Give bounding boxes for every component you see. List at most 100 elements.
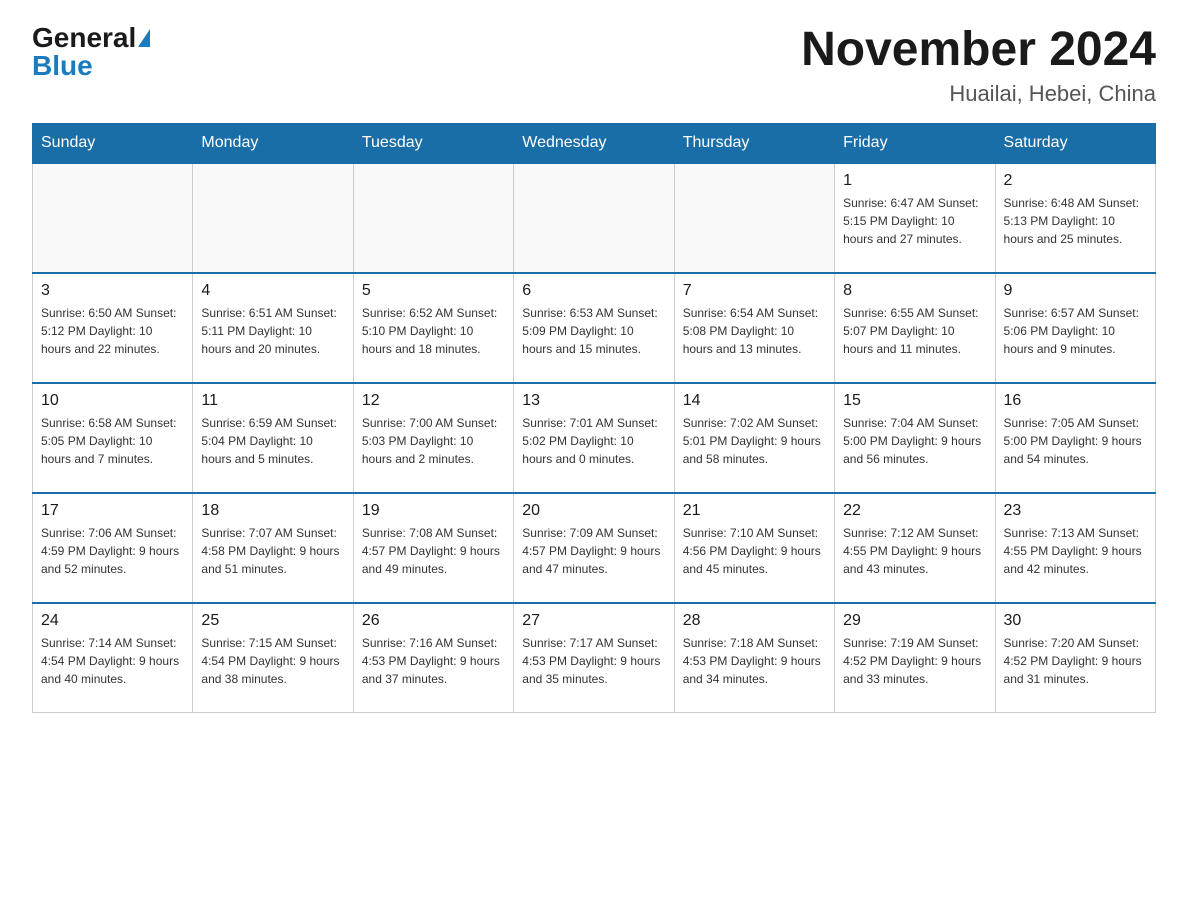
day-number: 23 — [1004, 502, 1147, 520]
calendar-cell — [33, 163, 193, 273]
day-number: 29 — [843, 612, 986, 630]
day-number: 2 — [1004, 172, 1147, 190]
weekday-header-monday: Monday — [193, 123, 353, 163]
day-number: 27 — [522, 612, 665, 630]
calendar-cell — [514, 163, 674, 273]
week-row-5: 24Sunrise: 7:14 AM Sunset: 4:54 PM Dayli… — [33, 603, 1156, 713]
day-info: Sunrise: 7:17 AM Sunset: 4:53 PM Dayligh… — [522, 634, 665, 688]
calendar-cell: 19Sunrise: 7:08 AM Sunset: 4:57 PM Dayli… — [353, 493, 513, 603]
calendar-cell: 29 Sunrise: 7:19 AM Sunset: 4:52 PM Dayli… — [835, 603, 995, 713]
day-number: 25 — [201, 612, 344, 630]
calendar-cell: 12Sunrise: 7:00 AM Sunset: 5:03 PM Dayli… — [353, 383, 513, 493]
day-info: Sunrise: 6:57 AM Sunset: 5:06 PM Dayligh… — [1004, 304, 1147, 358]
calendar-cell: 2 Sunrise: 6:48 AM Sunset: 5:13 PM Daylig… — [995, 163, 1155, 273]
calendar-table: SundayMondayTuesdayWednesdayThursdayFrid… — [32, 123, 1156, 714]
week-row-3: 10Sunrise: 6:58 AM Sunset: 5:05 PM Dayli… — [33, 383, 1156, 493]
day-number: 26 — [362, 612, 505, 630]
day-number: 7 — [683, 282, 826, 300]
day-info: Sunrise: 7:04 AM Sunset: 5:00 PM Dayligh… — [843, 414, 986, 468]
day-info: Sunrise: 6:59 AM Sunset: 5:04 PM Dayligh… — [201, 414, 344, 468]
calendar-cell: 6 Sunrise: 6:53 AM Sunset: 5:09 PM Daylig… — [514, 273, 674, 383]
calendar-cell: 20Sunrise: 7:09 AM Sunset: 4:57 PM Dayli… — [514, 493, 674, 603]
day-info: Sunrise: 6:48 AM Sunset: 5:13 PM Dayligh… — [1004, 194, 1147, 248]
day-number: 13 — [522, 392, 665, 410]
day-number: 4 — [201, 282, 344, 300]
calendar-cell: 1 Sunrise: 6:47 AM Sunset: 5:15 PM Daylig… — [835, 163, 995, 273]
day-info: Sunrise: 6:52 AM Sunset: 5:10 PM Dayligh… — [362, 304, 505, 358]
day-info: Sunrise: 7:12 AM Sunset: 4:55 PM Dayligh… — [843, 524, 986, 578]
day-number: 15 — [843, 392, 986, 410]
day-info: Sunrise: 7:13 AM Sunset: 4:55 PM Dayligh… — [1004, 524, 1147, 578]
day-info: Sunrise: 7:01 AM Sunset: 5:02 PM Dayligh… — [522, 414, 665, 468]
day-info: Sunrise: 7:19 AM Sunset: 4:52 PM Dayligh… — [843, 634, 986, 688]
weekday-header-tuesday: Tuesday — [353, 123, 513, 163]
calendar-cell: 16 Sunrise: 7:05 AM Sunset: 5:00 PM Dayli… — [995, 383, 1155, 493]
day-info: Sunrise: 6:53 AM Sunset: 5:09 PM Dayligh… — [522, 304, 665, 358]
calendar-cell — [674, 163, 834, 273]
calendar-cell: 26 Sunrise: 7:16 AM Sunset: 4:53 PM Dayli… — [353, 603, 513, 713]
calendar-cell — [193, 163, 353, 273]
calendar-cell: 9 Sunrise: 6:57 AM Sunset: 5:06 PM Daylig… — [995, 273, 1155, 383]
day-info: Sunrise: 6:54 AM Sunset: 5:08 PM Dayligh… — [683, 304, 826, 358]
calendar-cell: 5 Sunrise: 6:52 AM Sunset: 5:10 PM Daylig… — [353, 273, 513, 383]
logo-triangle-icon — [138, 29, 150, 47]
day-info: Sunrise: 7:15 AM Sunset: 4:54 PM Dayligh… — [201, 634, 344, 688]
day-info: Sunrise: 7:18 AM Sunset: 4:53 PM Dayligh… — [683, 634, 826, 688]
logo-blue-text: Blue — [32, 52, 93, 80]
day-info: Sunrise: 7:16 AM Sunset: 4:53 PM Dayligh… — [362, 634, 505, 688]
day-number: 16 — [1004, 392, 1147, 410]
day-number: 6 — [522, 282, 665, 300]
calendar-cell: 3Sunrise: 6:50 AM Sunset: 5:12 PM Daylig… — [33, 273, 193, 383]
logo: General Blue — [32, 24, 150, 80]
weekday-header-row: SundayMondayTuesdayWednesdayThursdayFrid… — [33, 123, 1156, 163]
day-info: Sunrise: 7:10 AM Sunset: 4:56 PM Dayligh… — [683, 524, 826, 578]
header: General Blue November 2024 Huailai, Hebe… — [32, 24, 1156, 107]
location-subtitle: Huailai, Hebei, China — [801, 81, 1156, 107]
calendar-cell: 14Sunrise: 7:02 AM Sunset: 5:01 PM Dayli… — [674, 383, 834, 493]
day-number: 12 — [362, 392, 505, 410]
month-year-title: November 2024 — [801, 24, 1156, 77]
weekday-header-wednesday: Wednesday — [514, 123, 674, 163]
weekday-header-sunday: Sunday — [33, 123, 193, 163]
calendar-cell: 15 Sunrise: 7:04 AM Sunset: 5:00 PM Dayli… — [835, 383, 995, 493]
day-number: 8 — [843, 282, 986, 300]
calendar-cell: 17Sunrise: 7:06 AM Sunset: 4:59 PM Dayli… — [33, 493, 193, 603]
day-number: 20 — [522, 502, 665, 520]
day-number: 3 — [41, 282, 184, 300]
title-area: November 2024 Huailai, Hebei, China — [801, 24, 1156, 107]
day-info: Sunrise: 6:47 AM Sunset: 5:15 PM Dayligh… — [843, 194, 986, 248]
day-number: 11 — [201, 392, 344, 410]
day-info: Sunrise: 7:05 AM Sunset: 5:00 PM Dayligh… — [1004, 414, 1147, 468]
weekday-header-saturday: Saturday — [995, 123, 1155, 163]
calendar-cell: 28 Sunrise: 7:18 AM Sunset: 4:53 PM Dayli… — [674, 603, 834, 713]
day-number: 21 — [683, 502, 826, 520]
calendar-cell: 25 Sunrise: 7:15 AM Sunset: 4:54 PM Dayli… — [193, 603, 353, 713]
calendar-cell: 27 Sunrise: 7:17 AM Sunset: 4:53 PM Dayli… — [514, 603, 674, 713]
calendar-cell: 22Sunrise: 7:12 AM Sunset: 4:55 PM Dayli… — [835, 493, 995, 603]
day-number: 9 — [1004, 282, 1147, 300]
day-info: Sunrise: 7:02 AM Sunset: 5:01 PM Dayligh… — [683, 414, 826, 468]
calendar-cell: 18Sunrise: 7:07 AM Sunset: 4:58 PM Dayli… — [193, 493, 353, 603]
calendar-cell: 10Sunrise: 6:58 AM Sunset: 5:05 PM Dayli… — [33, 383, 193, 493]
day-info: Sunrise: 7:06 AM Sunset: 4:59 PM Dayligh… — [41, 524, 184, 578]
calendar-cell: 11 Sunrise: 6:59 AM Sunset: 5:04 PM Dayli… — [193, 383, 353, 493]
week-row-4: 17Sunrise: 7:06 AM Sunset: 4:59 PM Dayli… — [33, 493, 1156, 603]
weekday-header-thursday: Thursday — [674, 123, 834, 163]
logo-general-text: General — [32, 24, 136, 52]
day-number: 28 — [683, 612, 826, 630]
weekday-header-friday: Friday — [835, 123, 995, 163]
week-row-2: 3Sunrise: 6:50 AM Sunset: 5:12 PM Daylig… — [33, 273, 1156, 383]
day-info: Sunrise: 7:14 AM Sunset: 4:54 PM Dayligh… — [41, 634, 184, 688]
day-number: 1 — [843, 172, 986, 190]
calendar-cell: 24Sunrise: 7:14 AM Sunset: 4:54 PM Dayli… — [33, 603, 193, 713]
day-number: 30 — [1004, 612, 1147, 630]
calendar-cell: 13 Sunrise: 7:01 AM Sunset: 5:02 PM Dayli… — [514, 383, 674, 493]
day-number: 5 — [362, 282, 505, 300]
day-info: Sunrise: 6:51 AM Sunset: 5:11 PM Dayligh… — [201, 304, 344, 358]
day-number: 10 — [41, 392, 184, 410]
calendar-cell: 30Sunrise: 7:20 AM Sunset: 4:52 PM Dayli… — [995, 603, 1155, 713]
calendar-cell: 21 Sunrise: 7:10 AM Sunset: 4:56 PM Dayli… — [674, 493, 834, 603]
calendar-cell: 23 Sunrise: 7:13 AM Sunset: 4:55 PM Dayli… — [995, 493, 1155, 603]
day-info: Sunrise: 6:55 AM Sunset: 5:07 PM Dayligh… — [843, 304, 986, 358]
day-info: Sunrise: 7:07 AM Sunset: 4:58 PM Dayligh… — [201, 524, 344, 578]
